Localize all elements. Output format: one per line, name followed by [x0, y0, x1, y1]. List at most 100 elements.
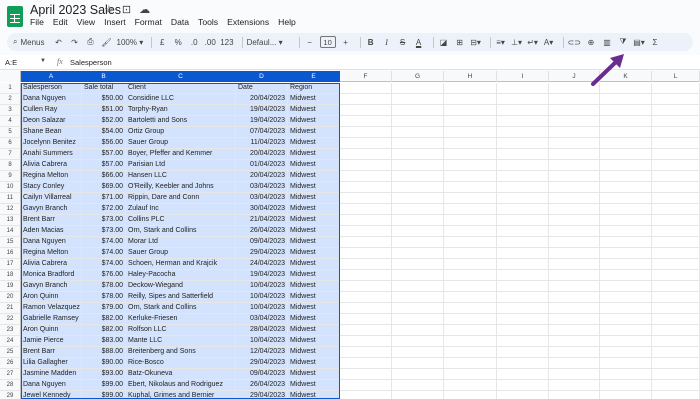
empty-cell[interactable]: [392, 237, 444, 247]
region-cell[interactable]: Midwest: [288, 248, 340, 258]
region-cell[interactable]: Midwest: [288, 237, 340, 247]
empty-cell[interactable]: [444, 105, 497, 115]
salesperson-cell[interactable]: Cailyn Villarreal: [21, 193, 82, 203]
date-cell[interactable]: 24/04/2023: [236, 259, 288, 269]
empty-cell[interactable]: [549, 259, 600, 269]
client-cell[interactable]: Parisian Ltd: [126, 160, 236, 170]
sale-total-cell[interactable]: $57.00: [82, 149, 126, 159]
client-cell[interactable]: Batz-Okuneva: [126, 369, 236, 379]
empty-cell[interactable]: [497, 193, 549, 203]
filter-views-icon[interactable]: ▤▾: [633, 35, 645, 49]
sale-total-cell[interactable]: $99.00: [82, 380, 126, 390]
date-cell[interactable]: 26/04/2023: [236, 226, 288, 236]
menu-file[interactable]: File: [30, 17, 44, 27]
empty-cell[interactable]: [392, 94, 444, 104]
empty-cell[interactable]: [497, 182, 549, 192]
salesperson-cell[interactable]: Salesperson: [21, 83, 82, 93]
sale-total-cell[interactable]: $90.00: [82, 358, 126, 368]
undo-icon[interactable]: ↶: [53, 35, 65, 49]
empty-cell[interactable]: [340, 237, 392, 247]
column-header-g[interactable]: G: [392, 71, 444, 82]
empty-cell[interactable]: [652, 369, 700, 379]
date-cell[interactable]: 19/04/2023: [236, 105, 288, 115]
region-cell[interactable]: Midwest: [288, 138, 340, 148]
row-header[interactable]: 20: [0, 292, 21, 303]
menu-view[interactable]: View: [77, 17, 95, 27]
empty-cell[interactable]: [549, 105, 600, 115]
empty-cell[interactable]: [600, 204, 652, 214]
menu-data[interactable]: Data: [171, 17, 189, 27]
date-cell[interactable]: Date: [236, 83, 288, 93]
empty-cell[interactable]: [652, 193, 700, 203]
empty-cell[interactable]: [549, 171, 600, 181]
empty-cell[interactable]: [340, 116, 392, 126]
client-cell[interactable]: Rippin, Dare and Conn: [126, 193, 236, 203]
select-all-corner[interactable]: [0, 71, 21, 82]
region-cell[interactable]: Midwest: [288, 314, 340, 324]
client-cell[interactable]: Bartoletti and Sons: [126, 116, 236, 126]
empty-cell[interactable]: [600, 358, 652, 368]
salesperson-cell[interactable]: Brent Barr: [21, 215, 82, 225]
column-header-c[interactable]: C: [126, 71, 236, 82]
empty-cell[interactable]: [497, 380, 549, 390]
empty-cell[interactable]: [652, 391, 700, 399]
date-cell[interactable]: 19/04/2023: [236, 116, 288, 126]
sale-total-cell[interactable]: $78.00: [82, 292, 126, 302]
sale-total-cell[interactable]: $74.00: [82, 248, 126, 258]
font-size-increase-button[interactable]: +: [340, 35, 352, 49]
empty-cell[interactable]: [444, 237, 497, 247]
sale-total-cell[interactable]: $74.00: [82, 237, 126, 247]
empty-cell[interactable]: [340, 369, 392, 379]
region-cell[interactable]: Midwest: [288, 105, 340, 115]
row-header[interactable]: 4: [0, 116, 21, 127]
date-cell[interactable]: 03/04/2023: [236, 182, 288, 192]
empty-cell[interactable]: [392, 380, 444, 390]
empty-cell[interactable]: [549, 248, 600, 258]
sale-total-cell[interactable]: $66.00: [82, 171, 126, 181]
vertical-align-icon[interactable]: ⊥▾: [511, 35, 523, 49]
empty-cell[interactable]: [549, 149, 600, 159]
region-cell[interactable]: Midwest: [288, 336, 340, 346]
merge-cells-icon[interactable]: ⊟▾: [470, 35, 482, 49]
percent-format-button[interactable]: %: [172, 35, 184, 49]
empty-cell[interactable]: [340, 171, 392, 181]
empty-cell[interactable]: [340, 215, 392, 225]
empty-cell[interactable]: [549, 182, 600, 192]
region-cell[interactable]: Midwest: [288, 127, 340, 137]
empty-cell[interactable]: [652, 160, 700, 170]
region-cell[interactable]: Midwest: [288, 325, 340, 335]
salesperson-cell[interactable]: Gabrielle Ramsey: [21, 314, 82, 324]
salesperson-cell[interactable]: Anahi Summers: [21, 149, 82, 159]
salesperson-cell[interactable]: Stacy Conley: [21, 182, 82, 192]
row-header[interactable]: 17: [0, 259, 21, 270]
insert-chart-icon[interactable]: ▥: [601, 35, 613, 49]
empty-cell[interactable]: [444, 127, 497, 137]
sale-total-cell[interactable]: $78.00: [82, 281, 126, 291]
empty-cell[interactable]: [652, 281, 700, 291]
empty-cell[interactable]: [392, 248, 444, 258]
empty-cell[interactable]: [392, 226, 444, 236]
date-cell[interactable]: 03/04/2023: [236, 193, 288, 203]
salesperson-cell[interactable]: Jewel Kennedy: [21, 391, 82, 399]
salesperson-cell[interactable]: Jamie Pierce: [21, 336, 82, 346]
empty-cell[interactable]: [549, 215, 600, 225]
empty-cell[interactable]: [497, 391, 549, 399]
increase-decimal-button[interactable]: .00: [204, 35, 216, 49]
empty-cell[interactable]: [497, 358, 549, 368]
sale-total-cell[interactable]: $83.00: [82, 336, 126, 346]
salesperson-cell[interactable]: Brent Barr: [21, 347, 82, 357]
empty-cell[interactable]: [444, 94, 497, 104]
sale-total-cell[interactable]: Sale total: [82, 83, 126, 93]
empty-cell[interactable]: [600, 281, 652, 291]
row-header[interactable]: 24: [0, 336, 21, 347]
empty-cell[interactable]: [392, 160, 444, 170]
row-header[interactable]: 25: [0, 347, 21, 358]
empty-cell[interactable]: [600, 138, 652, 148]
empty-cell[interactable]: [340, 204, 392, 214]
client-cell[interactable]: Reilly, Sipes and Satterfield: [126, 292, 236, 302]
salesperson-cell[interactable]: Gavyn Branch: [21, 281, 82, 291]
empty-cell[interactable]: [340, 270, 392, 280]
empty-cell[interactable]: [497, 105, 549, 115]
empty-cell[interactable]: [340, 303, 392, 313]
empty-cell[interactable]: [340, 127, 392, 137]
